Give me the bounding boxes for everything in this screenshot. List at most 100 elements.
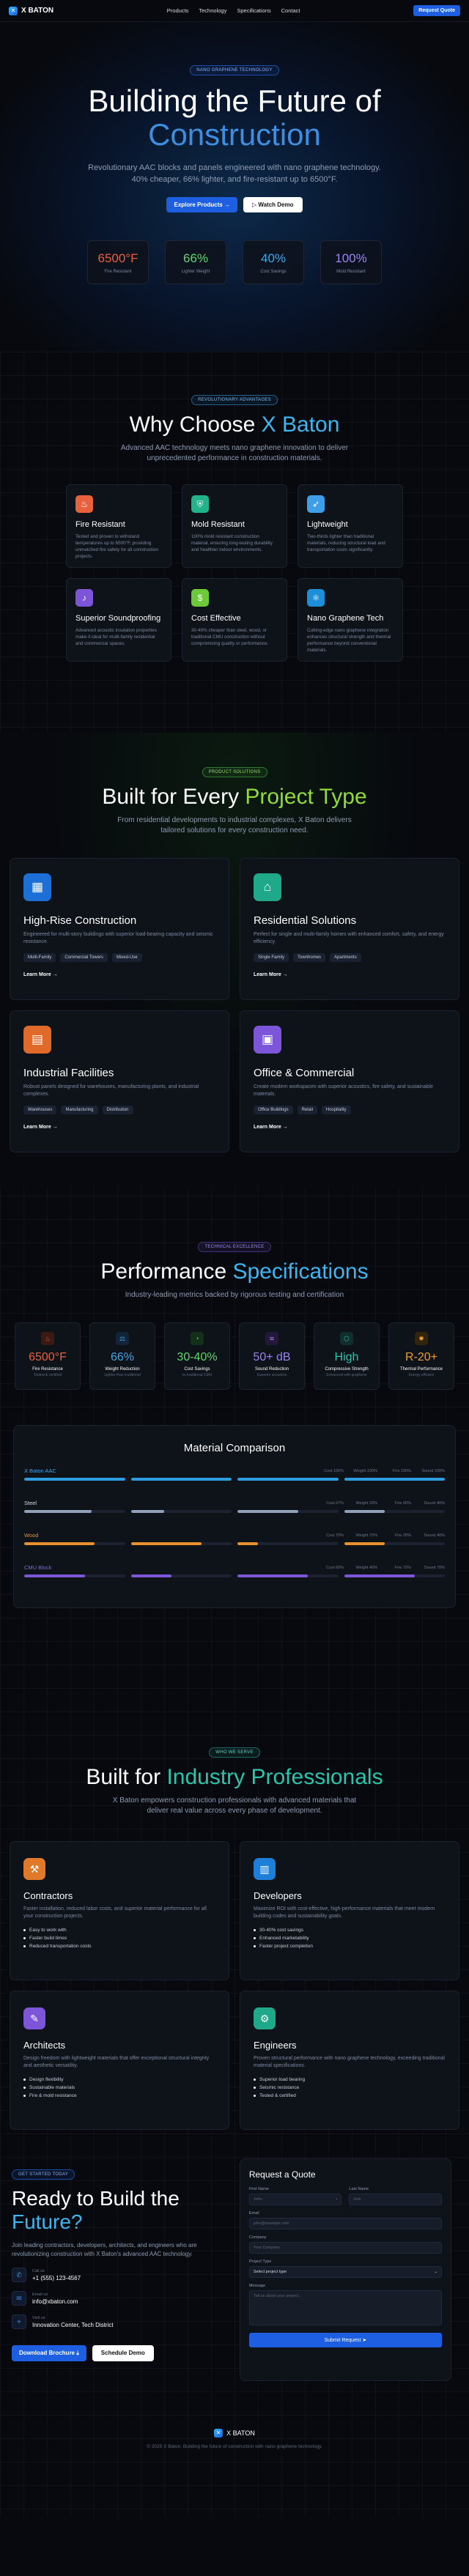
industry-title: Architects <box>23 2040 66 2051</box>
feature-title: Lightweight <box>307 520 348 529</box>
strength-icon: ⬡ <box>340 1332 353 1345</box>
project-tag: Townhomes <box>293 953 326 962</box>
metric-bar-fill <box>344 1510 385 1513</box>
performance-badge: TECHNICAL EXCELLENCE <box>198 1242 271 1252</box>
bullet-icon <box>23 2095 26 2097</box>
contact-label: Call us <box>32 2268 45 2273</box>
hero-stats: 6500°F Fire Resistant 66% Lighter Weight 40%… <box>0 240 469 284</box>
explore-products-button[interactable]: Explore Products → <box>166 197 237 212</box>
learn-more-link[interactable]: Learn More → <box>254 1125 446 1130</box>
performance-section: TECHNICAL EXCELLENCE Performance Specifi… <box>0 1187 469 1685</box>
project-title: High-Rise Construction <box>23 914 137 927</box>
top-nav: ✕ X BATON Products Technology Specificati… <box>0 0 469 22</box>
metric-label: Fire 60% <box>394 1500 411 1506</box>
contact-item[interactable]: ✆ Call us +1 (555) 123-4567 <box>12 2268 218 2282</box>
learn-more-link[interactable]: Learn More → <box>23 1125 215 1130</box>
briefcase-icon: ▣ <box>254 1026 281 1054</box>
gear-icon: ⚙ <box>254 2007 276 2029</box>
cta-text: Join leading contractors, developers, ar… <box>12 2242 197 2257</box>
bullet-icon <box>254 1929 256 1931</box>
stat-value: 40% <box>260 251 287 265</box>
benefit-text: Enhanced marketability <box>259 1936 309 1941</box>
footer-logo[interactable]: ✕ X BATON <box>214 2428 255 2438</box>
industry-desc: Proven structural performance with nano … <box>254 2056 445 2068</box>
house-icon: ⌂ <box>254 873 281 901</box>
industry-card: ✎ Architects Design freedom with lightweig… <box>10 1991 229 2130</box>
project-tag: Manufacturing <box>61 1106 98 1114</box>
industry-benefits: 30-40% cost savings Enhanced marketabilit… <box>254 1928 446 1949</box>
project-card[interactable]: ⌂ Residential Solutions Perfect for single… <box>240 858 459 1000</box>
project-tags: Office Buildings Retail Hospitality <box>254 1106 446 1114</box>
benefit-item: Superior load bearing <box>254 2077 446 2082</box>
benefit-item: Design flexibility <box>23 2077 215 2082</box>
last-name-input[interactable]: Doe <box>349 2194 442 2205</box>
metric-label: Sound 100% <box>421 1468 446 1473</box>
stat-label: Cost Savings <box>260 269 287 274</box>
last-name-label: Last Name <box>349 2187 369 2191</box>
project-card[interactable]: ▦ High-Rise Construction Engineered for mu… <box>10 858 229 1000</box>
benefit-text: Superior load bearing <box>259 2077 306 2082</box>
stat-value: 100% <box>335 251 367 265</box>
contact-item[interactable]: ⌖ Visit us Innovation Center, Tech Distric… <box>12 2314 218 2329</box>
feature-card: $ Cost Effective 30-40% cheaper than steel… <box>182 578 287 662</box>
learn-more-link[interactable]: Learn More → <box>23 972 215 977</box>
metric-label: Sound 40% <box>424 1500 445 1506</box>
chevron-down-icon: ⌄ <box>434 2270 437 2274</box>
contact-item[interactable]: ✉ Email us info@xbaton.com <box>12 2291 218 2306</box>
industry-title: Developers <box>254 1890 302 1901</box>
first-name-input[interactable]: John ▪ <box>248 2194 342 2205</box>
thermometer-icon: ✹ <box>415 1332 428 1345</box>
features-grid: ♨ Fire Resistant Tested and proven to with… <box>0 484 469 662</box>
bullet-icon <box>254 2095 256 2097</box>
performance-label: Cost Savings <box>184 1367 210 1372</box>
schedule-demo-button[interactable]: Schedule Demo <box>92 2345 154 2361</box>
metric-bar-fill <box>130 1478 232 1481</box>
bullet-icon <box>254 2087 256 2089</box>
metric-bar <box>24 1478 125 1481</box>
project-card[interactable]: ▤ Industrial Facilities Robust panels desi… <box>10 1010 229 1152</box>
project-card[interactable]: ▣ Office & Commercial Create modern worksp… <box>240 1010 459 1152</box>
project-type-select[interactable]: Select project type ⌄ <box>248 2266 442 2278</box>
project-tag: Office Buildings <box>254 1106 293 1114</box>
nav-link-technology[interactable]: Technology <box>199 7 226 14</box>
benefit-text: Sustainable materials <box>29 2085 75 2090</box>
industry-desc: Design freedom with lightweight material… <box>23 2056 210 2068</box>
learn-more-link[interactable]: Learn More → <box>254 972 446 977</box>
submit-request-button[interactable]: Submit Request ➤ <box>248 2333 442 2347</box>
metric-bar-fill <box>237 1478 339 1481</box>
contact-value: info@xbaton.com <box>32 2298 78 2305</box>
performance-sublabel: Superior acoustics <box>256 1373 287 1377</box>
industry-title: Contractors <box>23 1890 73 1901</box>
benefit-item: Enhanced marketability <box>254 1936 446 1941</box>
performance-label: Sound Reduction <box>254 1367 289 1372</box>
cta-badge: GET STARTED TODAY <box>12 2169 75 2180</box>
footer: ✕ X BATON © 2025 X Baton. Building the fu… <box>0 2410 469 2517</box>
gauge-icon: ◔ <box>191 1332 204 1345</box>
watch-demo-button[interactable]: ▷ Watch Demo <box>243 197 303 212</box>
brand-logo[interactable]: ✕ X BATON <box>9 6 53 15</box>
project-desc: Create modern workspaces with superior a… <box>254 1084 433 1097</box>
comparison-row-header: Wood Cost 70% Weight 70% Fire 20% Sound 40% <box>24 1532 445 1539</box>
project-desc: Robust panels designed for warehouses, m… <box>23 1084 199 1097</box>
project-tag: Retail <box>297 1106 317 1114</box>
metric-bar <box>130 1478 232 1481</box>
metric-bar <box>130 1510 232 1513</box>
nav-link-contact[interactable]: Contact <box>281 7 300 14</box>
comparison-row-header: CMU Block Cost 60% Weight 40% Fire 70% Sound… <box>24 1564 445 1571</box>
download-brochure-button[interactable]: Download Brochure ⤓ <box>12 2345 86 2361</box>
message-textarea[interactable]: Tell us about your project... <box>248 2290 442 2325</box>
email-input[interactable]: john@example.com <box>248 2218 442 2229</box>
benefit-item: Tested & certified <box>254 2093 446 2098</box>
metric-bar-fill <box>130 1510 164 1513</box>
industry-benefits: Easy to work with Faster build times Reduc… <box>23 1928 215 1949</box>
feature-card: ⚛ Nano Graphene Tech Cutting-edge nano gra… <box>298 578 403 662</box>
hero-title: Building the Future of Construction <box>88 84 381 152</box>
atom-icon: ⚛ <box>307 589 325 607</box>
company-input[interactable]: Your Company <box>248 2242 442 2254</box>
request-quote-button[interactable]: Request Quote <box>413 5 460 16</box>
metric-label: Weight 33% <box>355 1500 377 1506</box>
nav-link-products[interactable]: Products <box>167 7 189 14</box>
metric-label: Fire 70% <box>394 1565 411 1570</box>
nav-link-specifications[interactable]: Specifications <box>237 7 270 14</box>
bullet-icon <box>254 1937 256 1939</box>
